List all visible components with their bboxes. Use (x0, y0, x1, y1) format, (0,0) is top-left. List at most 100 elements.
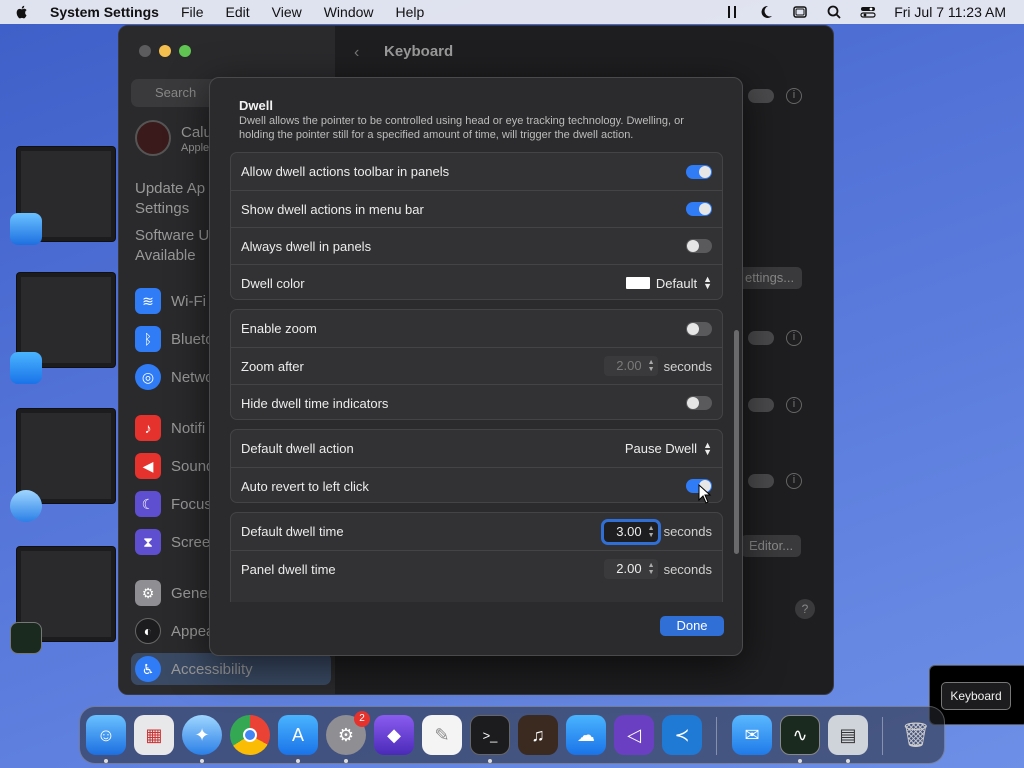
menu-file[interactable]: File (181, 4, 204, 20)
dock-finder-icon[interactable]: ☺ (86, 715, 126, 755)
dock-podcasts-icon[interactable]: ◆ (374, 715, 414, 755)
software-update-line1[interactable]: Software U (135, 227, 209, 244)
dock-trash-icon[interactable]: 🗑 (896, 715, 936, 755)
panel-time-field[interactable]: 2.00 ▲ ▼ (603, 559, 658, 579)
sidebar-item-general[interactable]: ⚙ Gener (135, 580, 213, 606)
show-menu-bar-label: Show dwell actions in menu bar (241, 201, 424, 217)
always-dwell-toggle[interactable] (686, 239, 712, 253)
hourglass-icon: ⧗ (135, 529, 161, 555)
help-icon: ? (795, 599, 815, 619)
default-time-stepper[interactable]: 3.00 ▲ ▼ seconds (600, 518, 712, 545)
always-dwell-row: Always dwell in panels (231, 227, 722, 264)
dwell-color-popup[interactable]: Default ▲ ▼ (625, 275, 712, 291)
background-toggle (748, 331, 774, 345)
editor-button: Editor... (741, 535, 802, 557)
account-subtitle: Apple (181, 142, 210, 154)
zoom-button[interactable] (179, 45, 191, 57)
running-indicator (296, 759, 300, 763)
gear-icon: ⚙ (135, 580, 161, 606)
default-time-field[interactable]: 3.00 ▲ ▼ (600, 518, 661, 545)
avatar[interactable] (135, 120, 171, 156)
menu-view[interactable]: View (272, 4, 302, 20)
sidebar-item-appearance[interactable]: ◐ Appea (135, 618, 214, 644)
focus-moon-icon[interactable] (758, 4, 774, 20)
finder-icon (10, 213, 42, 245)
app-menu[interactable]: System Settings (50, 4, 159, 20)
zoom-group: Enable zoom Zoom after 2.00 ▲ ▼ seconds Hi… (230, 309, 723, 420)
zoom-after-stepper[interactable]: 2.00 ▲ ▼ seconds (603, 356, 712, 376)
stage-thumbnail-safari[interactable] (16, 408, 116, 504)
stepper-arrows-icon[interactable]: ▲ ▼ (648, 525, 655, 539)
control-center-icon[interactable] (860, 4, 876, 20)
sidebar-item-wifi[interactable]: ≋ Wi-Fi (135, 288, 206, 314)
sheet-description: Dwell allows the pointer to be controlle… (239, 115, 684, 141)
safari-icon (10, 490, 42, 522)
show-menu-bar-toggle[interactable] (686, 202, 712, 216)
account-name[interactable]: Calu (181, 124, 212, 141)
dock-weather-icon[interactable]: ☁ (566, 715, 606, 755)
sidebar-item-accessibility[interactable]: ♿ Accessibility (135, 656, 253, 682)
dwell-color-label: Dwell color (241, 275, 305, 291)
sidebar-item-focus[interactable]: ☾ Focus (135, 491, 212, 517)
dock-launchpad-icon[interactable]: ▦ (134, 715, 174, 755)
default-time-value: 3.00 (616, 523, 642, 539)
dock-system-settings-icon[interactable]: ⚙ 2 (326, 711, 370, 755)
dock-vscode-icon[interactable]: ≺ (662, 715, 702, 755)
default-time-row: Default dwell time 3.00 ▲ ▼ seconds (231, 513, 722, 550)
menu-window[interactable]: Window (324, 4, 374, 20)
dock-chrome-icon[interactable] (230, 715, 270, 755)
hide-indicators-toggle[interactable] (686, 396, 712, 410)
background-toggle (748, 89, 774, 103)
stage-manager-icon[interactable] (792, 4, 808, 20)
info-icon: i (786, 473, 802, 489)
page-title: Keyboard (384, 43, 454, 60)
dock-script-editor-icon[interactable]: ▤ (828, 715, 868, 755)
dock-activity-monitor-icon[interactable]: ∿ (780, 715, 820, 755)
apple-menu-icon[interactable] (14, 4, 30, 20)
dock-visual-studio-icon[interactable]: ◁ (614, 715, 654, 755)
keyboard-tooltip: Keyboard (941, 682, 1011, 710)
zoom-after-field[interactable]: 2.00 ▲ ▼ (603, 356, 658, 376)
sidebar-item-sound[interactable]: ◀ Sound (135, 453, 214, 479)
allow-toolbar-row: Allow dwell actions toolbar in panels (231, 153, 722, 190)
running-indicator (344, 759, 348, 763)
allow-toolbar-toggle[interactable] (686, 164, 712, 179)
scrollbar[interactable] (734, 330, 739, 554)
dock-safari-icon[interactable]: ✦ (182, 715, 222, 755)
enable-zoom-row: Enable zoom (231, 310, 722, 347)
hide-indicators-row: Hide dwell time indicators (231, 384, 722, 421)
sidebar-item-notifications[interactable]: ♪ Notifi (135, 415, 205, 441)
sidebar-item-bluetooth[interactable]: ᛒ Blueto (135, 326, 214, 352)
menu-help[interactable]: Help (396, 4, 425, 20)
dock-mail-icon[interactable]: ✉ (732, 715, 772, 755)
stepper-arrows-icon[interactable]: ▲ ▼ (648, 562, 655, 576)
moon-icon: ☾ (135, 491, 161, 517)
back-chevron-icon[interactable]: ‹ (354, 44, 359, 62)
info-icon: i (786, 88, 802, 104)
menu-edit[interactable]: Edit (226, 4, 250, 20)
dwell-time-group: Default dwell time 3.00 ▲ ▼ seconds Panel … (230, 512, 723, 602)
sidebar-item-screen-time[interactable]: ⧗ Scree (135, 529, 210, 555)
update-label-line2[interactable]: Settings (135, 200, 189, 217)
stepper-arrows-icon[interactable]: ▲ ▼ (648, 359, 655, 373)
update-label-line1[interactable]: Update Ap (135, 180, 205, 197)
dock-app-store-icon[interactable]: A (278, 715, 318, 755)
running-indicator (200, 759, 204, 763)
software-update-line2[interactable]: Available (135, 247, 196, 264)
dock-terminal-icon[interactable]: >_ (470, 715, 510, 755)
seconds-label: seconds (663, 561, 712, 577)
sidebar-item-network[interactable]: ◎ Netwo (135, 364, 214, 390)
close-button[interactable] (139, 45, 151, 57)
pause-icon[interactable] (724, 4, 740, 20)
accessibility-icon: ♿ (135, 656, 161, 682)
spotlight-search-icon[interactable] (826, 4, 842, 20)
minimize-button[interactable] (159, 45, 171, 57)
enable-zoom-toggle[interactable] (686, 321, 712, 336)
dock-textedit-icon[interactable]: ✎ (422, 715, 462, 755)
appearance-icon: ◐ (135, 618, 161, 644)
dock-garageband-icon[interactable]: ♫ (518, 715, 558, 755)
panel-time-stepper[interactable]: 2.00 ▲ ▼ seconds (603, 559, 712, 579)
default-action-popup[interactable]: Pause Dwell ▲ ▼ (625, 440, 712, 456)
done-button[interactable]: Done (660, 616, 724, 636)
menu-clock[interactable]: Fri Jul 7 11:23 AM (894, 4, 1006, 20)
